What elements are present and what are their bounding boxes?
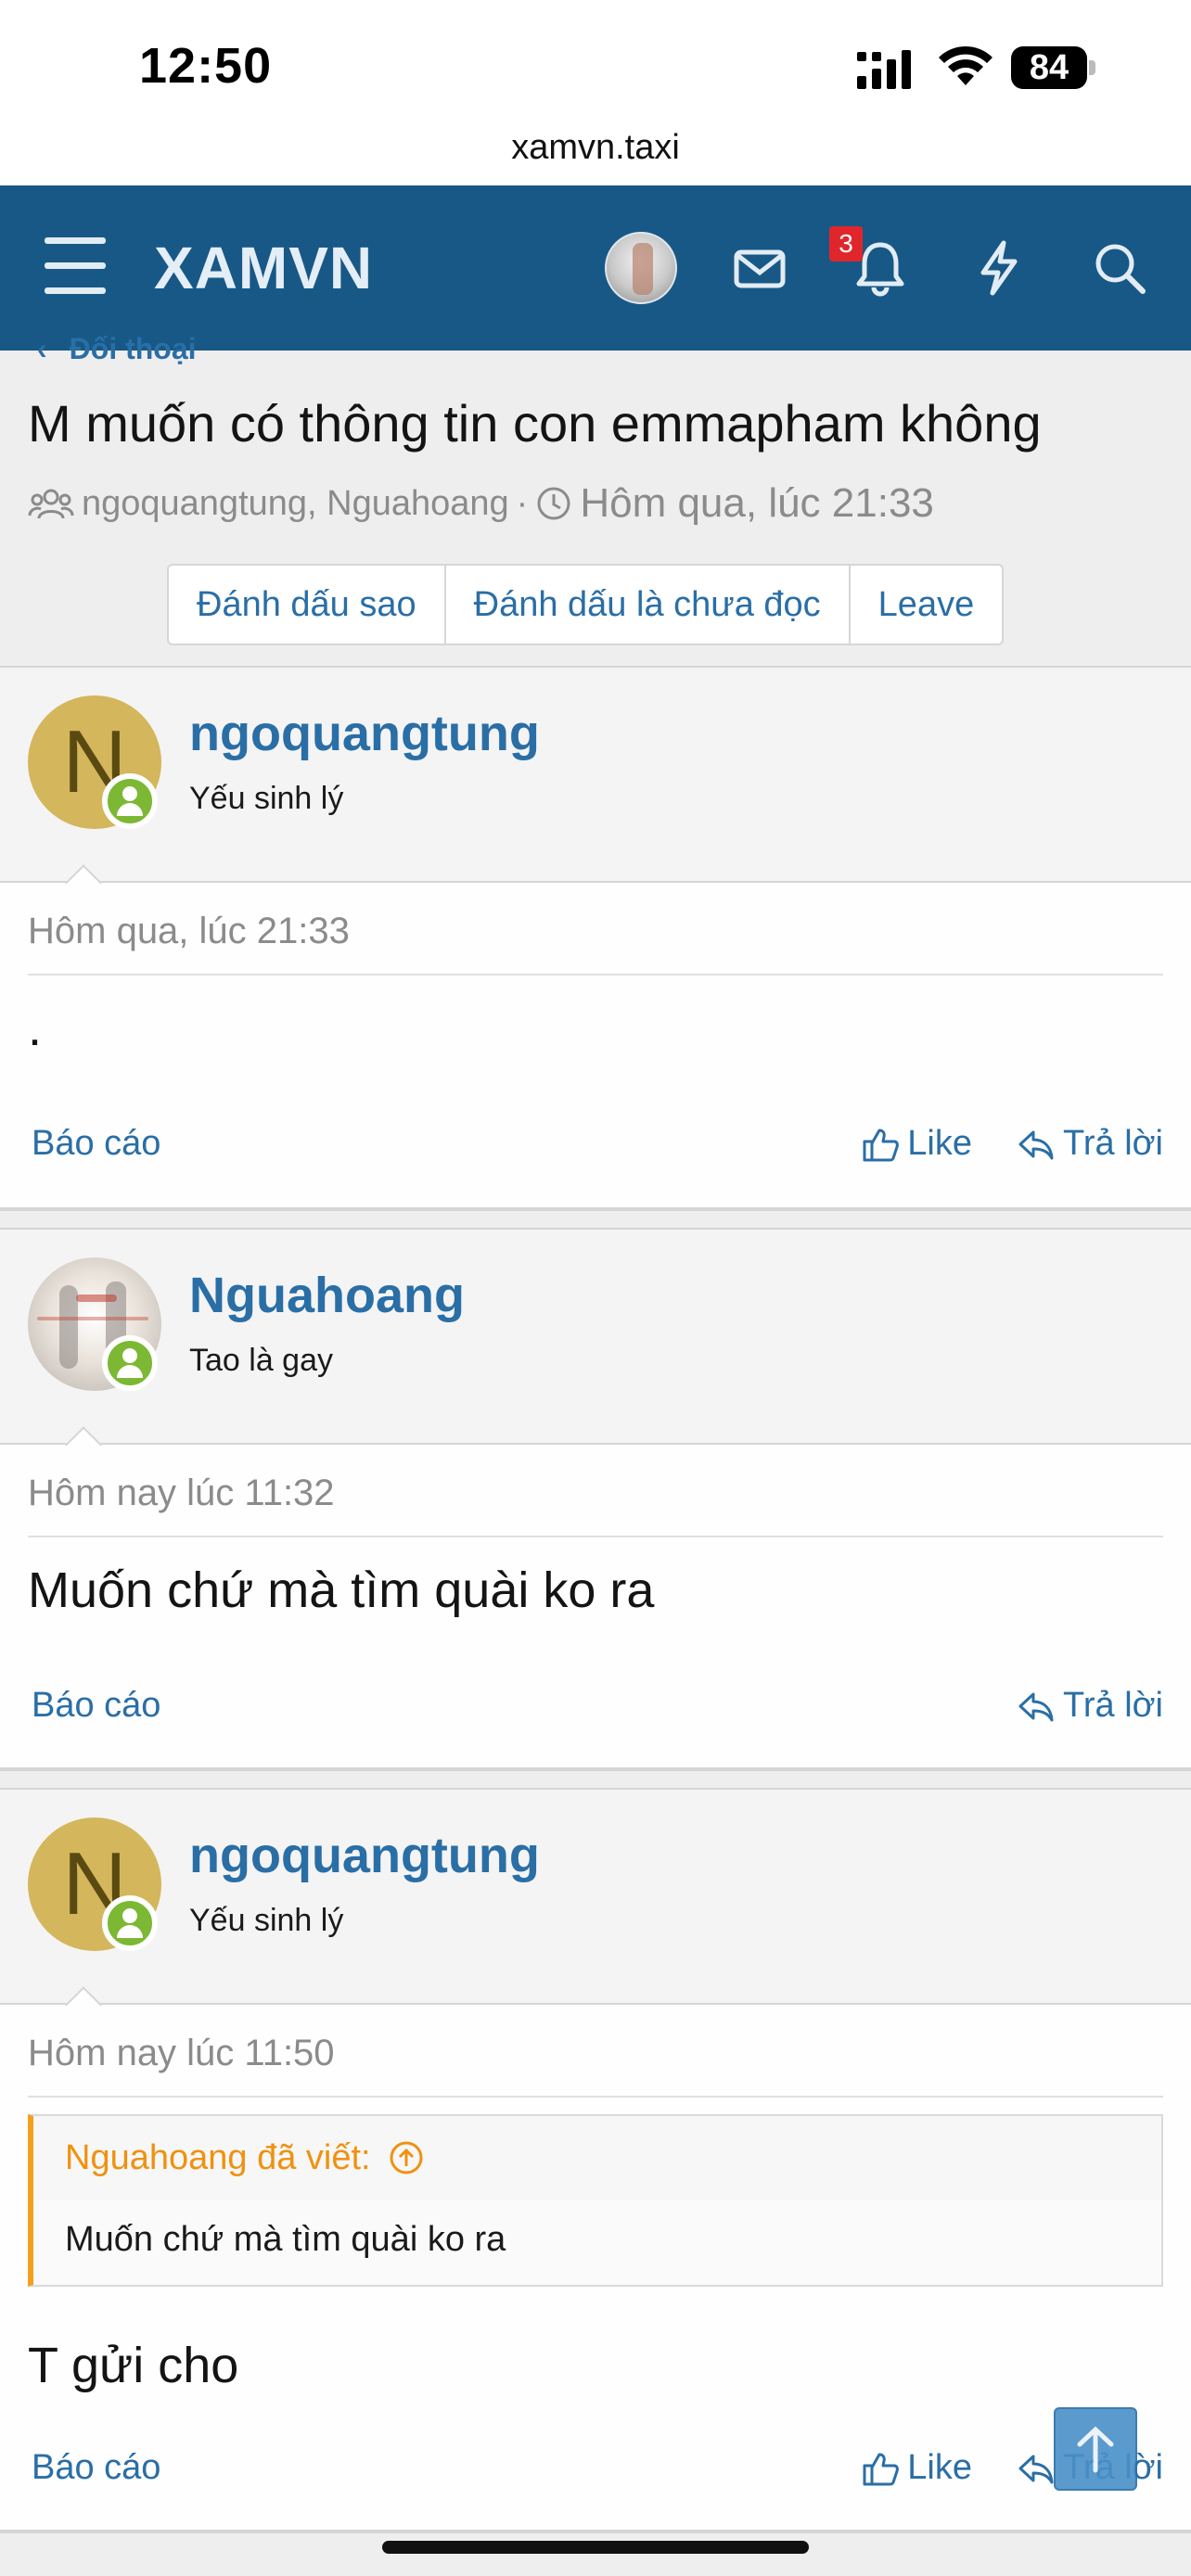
reply-icon [1018, 1130, 1054, 1159]
reply-label: Trả lời [1063, 1124, 1163, 1163]
post-user-title: Tao là gay [189, 1343, 333, 1378]
post-user-block: Nguahoang Tao là gay [0, 1230, 1191, 1445]
arrow-up-circle-icon[interactable] [388, 2139, 425, 2176]
leave-button[interactable]: Leave [851, 566, 1003, 644]
battery-level: 84 [1011, 46, 1087, 89]
message-post: N ngoquangtung Yếu sinh lý Hôm nay lúc 1… [0, 1788, 1191, 2533]
post-username[interactable]: ngoquangtung [189, 1827, 540, 1884]
clock-icon [537, 487, 570, 520]
quote-header[interactable]: Nguahoang đã viết: [33, 2116, 1161, 2200]
mark-unread-button[interactable]: Đánh dấu là chưa đọc [446, 566, 851, 644]
like-button[interactable]: Like [861, 1124, 972, 1164]
status-bar: 12:50 84 [0, 0, 1191, 137]
users-icon [28, 489, 74, 519]
report-link[interactable]: Báo cáo [32, 2448, 160, 2488]
alerts-badge: 3 [829, 226, 863, 261]
reply-button[interactable]: Trả lời [1017, 1124, 1163, 1164]
menu-icon[interactable] [45, 237, 106, 295]
report-link[interactable]: Báo cáo [32, 1686, 160, 1726]
scroll-to-top-button[interactable] [1054, 2407, 1137, 2491]
home-indicator[interactable] [382, 2541, 809, 2554]
like-label: Like [907, 1124, 972, 1163]
post-username[interactable]: Nguahoang [189, 1267, 465, 1324]
report-link[interactable]: Báo cáo [32, 1124, 160, 1164]
post-user-block: N ngoquangtung Yếu sinh lý [0, 668, 1191, 883]
post-user-block: N ngoquangtung Yếu sinh lý [0, 1790, 1191, 2005]
online-status-icon [102, 773, 158, 829]
url-bar[interactable]: xamvn.taxi [0, 119, 1191, 185]
quote-text: Muốn chứ mà tìm quài ko ra [65, 2220, 506, 2259]
page-title: M muốn có thông tin con emmapham không [28, 394, 1042, 453]
conversation-header: ‹ Đối thoại M muốn có thông tin con emmap… [0, 332, 1191, 666]
quote-author: Nguahoang đã viết: [65, 2138, 371, 2177]
post-date[interactable]: Hôm nay lúc 11:50 [28, 2033, 335, 2074]
conversation-meta: ngoquangtung, Nguahoang · Hôm qua, lúc 2… [28, 480, 934, 527]
post-actions: Báo cáo Trả lời [28, 1686, 1163, 1741]
chevron-left-icon: ‹ [37, 332, 47, 365]
post-date[interactable]: Hôm nay lúc 11:32 [28, 1473, 335, 1514]
lightning-icon[interactable] [968, 237, 1030, 299]
search-icon[interactable] [1089, 237, 1150, 299]
battery-icon: 84 [1011, 46, 1096, 91]
post-user-title: Yếu sinh lý [189, 781, 344, 816]
post-user-title: Yếu sinh lý [189, 1903, 344, 1938]
conversation-started: Hôm qua, lúc 21:33 [580, 480, 934, 526]
reply-icon [1018, 1692, 1054, 1721]
reply-icon [1018, 2455, 1054, 2483]
post-date[interactable]: Hôm qua, lúc 21:33 [28, 911, 350, 952]
post-actions: Báo cáo Like Trả lời [28, 2448, 1163, 2504]
conversation-actions: Đánh dấu sao Đánh dấu là chưa đọc Leave [167, 564, 1005, 645]
post-body: . [28, 1001, 43, 1056]
meta-separator: · [516, 483, 529, 523]
like-label: Like [907, 2448, 972, 2487]
site-logo[interactable]: XAMVN [154, 234, 373, 302]
star-button[interactable]: Đánh dấu sao [169, 566, 446, 644]
message-post: N ngoquangtung Yếu sinh lý Hôm qua, lúc … [0, 666, 1191, 1211]
post-body: T gửi cho [28, 2338, 239, 2393]
post-body: Muốn chứ mà tìm quài ko ra [28, 1562, 655, 1618]
cellular-signal-icon [857, 50, 911, 89]
thumbs-up-icon [863, 1129, 900, 1161]
site-header: XAMVN 3 [0, 185, 1191, 351]
post-actions: Báo cáo Like Trả lời [28, 1124, 1163, 1180]
post-username[interactable]: ngoquangtung [189, 705, 540, 762]
thumbs-up-icon [863, 2453, 900, 2485]
breadcrumb-label: Đối thoại [69, 332, 197, 365]
breadcrumb[interactable]: ‹ Đối thoại [37, 332, 197, 366]
mail-icon[interactable] [729, 237, 790, 299]
like-button[interactable]: Like [861, 2448, 972, 2488]
status-time: 12:50 [139, 38, 273, 94]
arrow-up-icon [1077, 2426, 1114, 2473]
reply-button[interactable]: Trả lời [1017, 1686, 1163, 1726]
quote-block: Nguahoang đã viết: Muốn chứ mà tìm quài … [28, 2114, 1163, 2287]
participants[interactable]: ngoquangtung, Nguahoang [82, 484, 509, 524]
message-post: Nguahoang Tao là gay Hôm nay lúc 11:32 M… [0, 1228, 1191, 1771]
account-avatar[interactable] [605, 232, 677, 304]
reply-label: Trả lời [1063, 1686, 1163, 1725]
online-status-icon [102, 1895, 158, 1951]
online-status-icon [102, 1335, 158, 1391]
wifi-icon [939, 45, 992, 85]
